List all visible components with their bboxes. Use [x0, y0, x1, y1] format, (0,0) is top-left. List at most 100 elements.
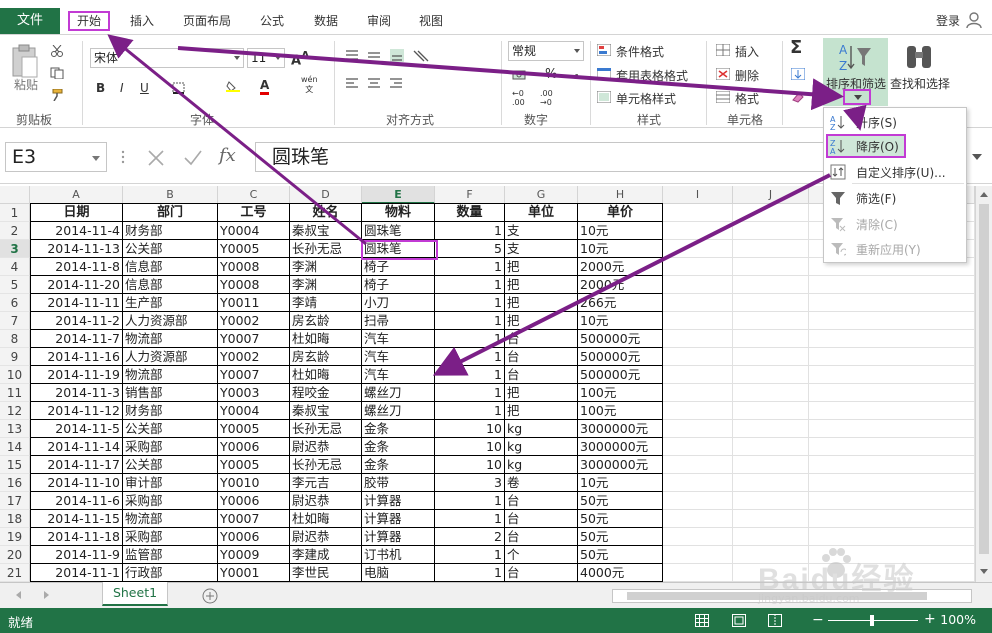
table-cell[interactable]: 1: [435, 384, 505, 402]
empty-cell[interactable]: [809, 330, 975, 348]
table-cell[interactable]: kg: [505, 420, 578, 438]
zoom-thumb[interactable]: [870, 615, 874, 626]
table-cell[interactable]: Y0005: [218, 420, 290, 438]
empty-cell[interactable]: [663, 384, 733, 402]
row-header[interactable]: 18: [0, 510, 30, 528]
format-painter-icon[interactable]: [50, 89, 64, 101]
login-link[interactable]: 登录: [936, 12, 960, 29]
table-cell[interactable]: 2014-11-7: [30, 330, 123, 348]
table-header-cell[interactable]: 数量: [435, 204, 505, 222]
table-cell[interactable]: Y0002: [218, 312, 290, 330]
table-cell[interactable]: 50元: [578, 492, 663, 510]
table-cell[interactable]: 计算器: [362, 492, 435, 510]
row-header[interactable]: 3: [0, 240, 30, 258]
table-cell[interactable]: 程咬金: [290, 384, 362, 402]
empty-cell[interactable]: [809, 402, 975, 420]
paste-button[interactable]: 粘贴: [14, 76, 38, 93]
table-cell[interactable]: 台: [505, 366, 578, 384]
percent-button[interactable]: %: [545, 67, 557, 82]
table-cell[interactable]: 长孙无忌: [290, 456, 362, 474]
row-header[interactable]: 4: [0, 258, 30, 276]
conditional-format-button[interactable]: 条件格式: [616, 43, 664, 60]
table-cell[interactable]: 支: [505, 240, 578, 258]
clear-icon[interactable]: [791, 91, 805, 103]
format-as-table-icon[interactable]: [597, 68, 611, 80]
user-icon[interactable]: [964, 10, 984, 30]
table-cell[interactable]: Y0005: [218, 240, 290, 258]
table-cell[interactable]: 公关部: [123, 456, 218, 474]
column-header-a[interactable]: A: [30, 186, 123, 204]
table-cell[interactable]: 李渊: [290, 258, 362, 276]
row-header[interactable]: 11: [0, 384, 30, 402]
table-cell[interactable]: 3000000元: [578, 420, 663, 438]
sheet-tab-sheet1[interactable]: Sheet1: [102, 582, 168, 606]
table-cell[interactable]: 支: [505, 222, 578, 240]
table-cell[interactable]: 房玄龄: [290, 312, 362, 330]
row-header[interactable]: 9: [0, 348, 30, 366]
empty-cell[interactable]: [809, 294, 975, 312]
binoculars-icon[interactable]: [903, 42, 935, 72]
empty-cell[interactable]: [809, 474, 975, 492]
table-cell[interactable]: 50元: [578, 528, 663, 546]
empty-cell[interactable]: [733, 222, 809, 240]
column-header-i[interactable]: I: [663, 186, 733, 204]
table-cell[interactable]: 1: [435, 312, 505, 330]
empty-cell[interactable]: [663, 492, 733, 510]
empty-cell[interactable]: [733, 366, 809, 384]
column-header-g[interactable]: G: [505, 186, 578, 204]
table-cell[interactable]: Y0011: [218, 294, 290, 312]
table-cell[interactable]: 2014-11-14: [30, 438, 123, 456]
column-header-c[interactable]: C: [218, 186, 290, 204]
table-cell[interactable]: 1: [435, 330, 505, 348]
table-cell[interactable]: 台: [505, 564, 578, 582]
table-cell[interactable]: 胶带: [362, 474, 435, 492]
table-cell[interactable]: 10元: [578, 222, 663, 240]
table-cell[interactable]: 2014-11-6: [30, 492, 123, 510]
table-cell[interactable]: 金条: [362, 438, 435, 456]
empty-cell[interactable]: [733, 330, 809, 348]
table-cell[interactable]: 卷: [505, 474, 578, 492]
empty-cell[interactable]: [809, 276, 975, 294]
empty-cell[interactable]: [663, 564, 733, 582]
table-cell[interactable]: Y0003: [218, 384, 290, 402]
table-cell[interactable]: 2014-11-4: [30, 222, 123, 240]
insert-function-button[interactable]: fx: [219, 145, 236, 166]
table-cell[interactable]: 2014-11-5: [30, 420, 123, 438]
vertical-scrollbar[interactable]: [975, 186, 992, 582]
table-cell[interactable]: 1: [435, 546, 505, 564]
table-cell[interactable]: 10元: [578, 474, 663, 492]
column-header-b[interactable]: B: [123, 186, 218, 204]
table-cell[interactable]: 5: [435, 240, 505, 258]
empty-cell[interactable]: [663, 528, 733, 546]
zoom-in-button[interactable]: +: [924, 612, 936, 626]
empty-cell[interactable]: [809, 384, 975, 402]
copy-icon[interactable]: [50, 67, 64, 79]
row-header[interactable]: 19: [0, 528, 30, 546]
empty-cell[interactable]: [733, 258, 809, 276]
table-cell[interactable]: 2014-11-16: [30, 348, 123, 366]
row-header[interactable]: 2: [0, 222, 30, 240]
table-cell[interactable]: Y0007: [218, 366, 290, 384]
table-cell[interactable]: 公关部: [123, 420, 218, 438]
insert-cells-icon[interactable]: [716, 44, 730, 56]
row-header[interactable]: 21: [0, 564, 30, 582]
empty-cell[interactable]: [733, 510, 809, 528]
table-cell[interactable]: Y0004: [218, 222, 290, 240]
table-cell[interactable]: 采购部: [123, 528, 218, 546]
table-cell[interactable]: 螺丝刀: [362, 402, 435, 420]
table-header-cell[interactable]: 单位: [505, 204, 578, 222]
table-cell[interactable]: 尉迟恭: [290, 492, 362, 510]
table-cell[interactable]: 10元: [578, 240, 663, 258]
table-cell[interactable]: 金条: [362, 456, 435, 474]
table-cell[interactable]: 订书机: [362, 546, 435, 564]
table-cell[interactable]: 小刀: [362, 294, 435, 312]
empty-cell[interactable]: [733, 438, 809, 456]
row-header[interactable]: 1: [0, 204, 30, 222]
font-color-button[interactable]: A: [260, 78, 270, 95]
table-cell[interactable]: 2014-11-13: [30, 240, 123, 258]
table-cell[interactable]: 1: [435, 492, 505, 510]
table-cell[interactable]: 把: [505, 402, 578, 420]
empty-cell[interactable]: [733, 204, 809, 222]
table-cell[interactable]: 汽车: [362, 330, 435, 348]
page-layout-view-icon[interactable]: [732, 614, 746, 627]
